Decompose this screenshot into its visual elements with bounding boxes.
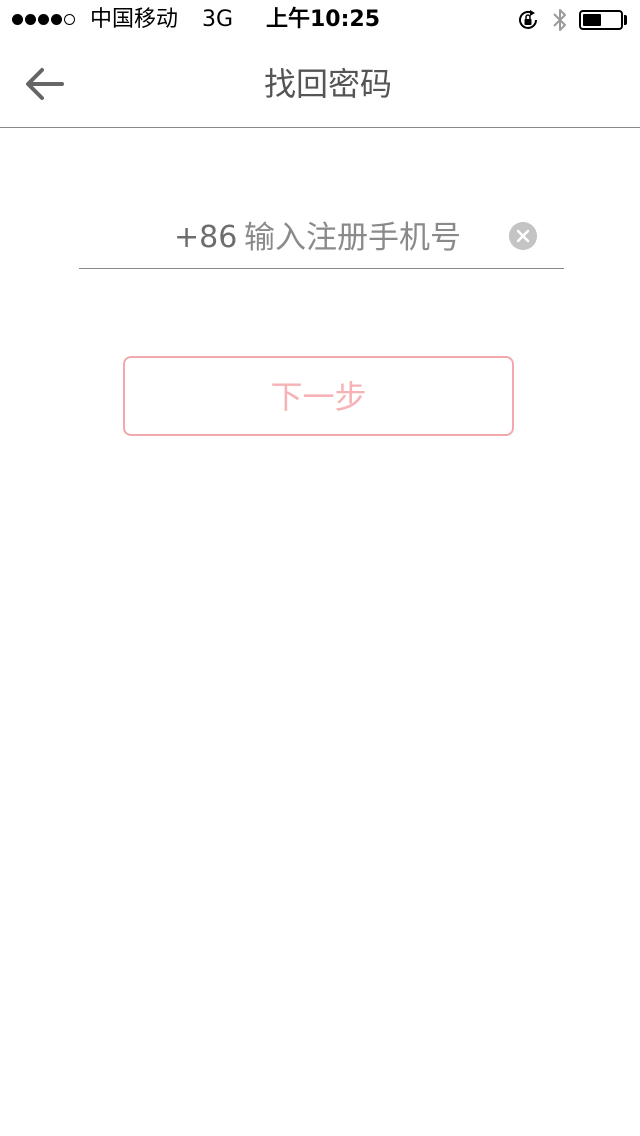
next-step-button[interactable]: 下一步 bbox=[123, 356, 514, 436]
signal-dot bbox=[51, 14, 62, 25]
signal-strength-icon bbox=[12, 14, 75, 25]
signal-dot bbox=[25, 14, 36, 25]
status-time: 上午10:25 bbox=[266, 7, 381, 32]
signal-dot bbox=[64, 14, 75, 25]
network-type: 3G bbox=[202, 7, 234, 32]
status-bar: 中国移动 3G 上午10:25 bbox=[0, 0, 640, 40]
country-code[interactable]: +86 bbox=[174, 218, 237, 258]
signal-dot bbox=[38, 14, 49, 25]
page-title: 找回密码 bbox=[263, 65, 392, 103]
battery-level bbox=[583, 14, 601, 26]
signal-dot bbox=[12, 14, 23, 25]
battery-icon bbox=[579, 10, 623, 30]
navigation-bar: 找回密码 bbox=[0, 40, 640, 128]
phone-field-row: +86 bbox=[79, 208, 564, 269]
battery-nub bbox=[624, 15, 627, 25]
phone-input[interactable] bbox=[244, 216, 504, 260]
clear-circle-icon[interactable] bbox=[509, 222, 537, 250]
carrier-name: 中国移动 bbox=[90, 7, 179, 32]
bluetooth-icon bbox=[553, 9, 566, 31]
orientation-lock-icon bbox=[519, 10, 537, 29]
